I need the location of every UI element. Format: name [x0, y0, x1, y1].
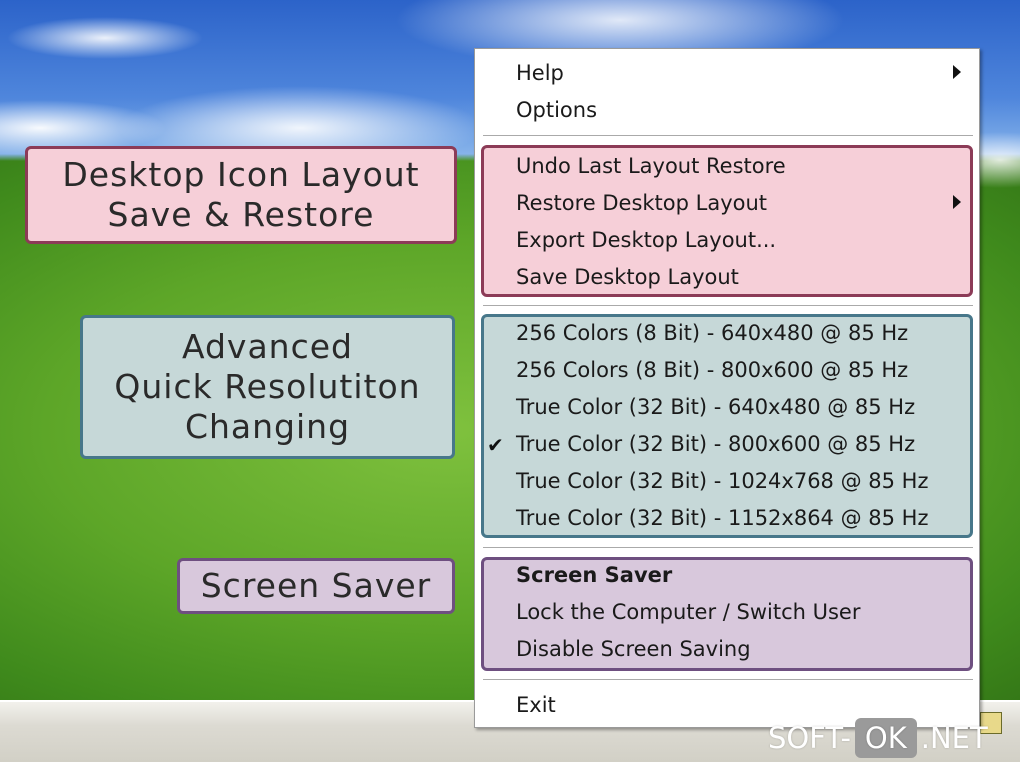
submenu-arrow-icon [953, 195, 961, 209]
menu-separator [483, 135, 973, 137]
menu-item-lock-computer[interactable]: Lock the Computer / Switch User [516, 600, 861, 624]
menu-item-undo-layout-restore[interactable]: Undo Last Layout Restore [516, 154, 786, 178]
menu-item-resolution[interactable]: True Color (32 Bit) - 640x480 @ 85 Hz [516, 395, 915, 419]
menu-item-resolution[interactable]: True Color (32 Bit) - 1152x864 @ 85 Hz [516, 506, 928, 530]
menu-item-save-desktop-layout[interactable]: Save Desktop Layout [516, 265, 739, 289]
menu-item-resolution[interactable]: 256 Colors (8 Bit) - 640x480 @ 85 Hz [516, 321, 908, 345]
watermark: SOFT- OK .NET [768, 718, 988, 758]
checkmark-icon: ✔ [487, 433, 504, 457]
menu-separator [483, 305, 973, 307]
menu-item-disable-screen-saving[interactable]: Disable Screen Saving [516, 637, 751, 661]
menu-item-screen-saver[interactable]: Screen Saver [516, 563, 672, 587]
callout-screen-saver: Screen Saver [177, 558, 455, 614]
tray-context-menu: Help Options Undo Last Layout Restore Re… [474, 48, 980, 728]
menu-separator [483, 547, 973, 549]
menu-item-restore-desktop-layout[interactable]: Restore Desktop Layout [516, 191, 767, 215]
watermark-middle: OK [854, 718, 917, 758]
menu-group-resolutions [481, 314, 973, 538]
menu-item-resolution-selected[interactable]: True Color (32 Bit) - 800x600 @ 85 Hz [516, 432, 915, 456]
callout-desktop-layout: Desktop Icon Layout Save & Restore [25, 146, 457, 244]
menu-separator [483, 679, 973, 681]
callout-line: Changing [184, 407, 351, 446]
callout-line: Quick Resolutiton [114, 367, 421, 406]
menu-item-exit[interactable]: Exit [516, 693, 556, 717]
menu-item-export-desktop-layout[interactable]: Export Desktop Layout... [516, 228, 776, 252]
callout-resolution-changing: Advanced Quick Resolutiton Changing [80, 315, 455, 459]
menu-item-help[interactable]: Help [516, 61, 564, 85]
menu-item-resolution[interactable]: 256 Colors (8 Bit) - 800x600 @ 85 Hz [516, 358, 908, 382]
callout-line: Save & Restore [107, 195, 375, 234]
callout-line: Advanced [181, 327, 353, 366]
submenu-arrow-icon [953, 65, 961, 79]
watermark-left: SOFT- [768, 721, 851, 755]
callout-line: Screen Saver [200, 566, 432, 605]
watermark-right: .NET [920, 721, 988, 755]
menu-item-options[interactable]: Options [516, 98, 597, 122]
menu-item-resolution[interactable]: True Color (32 Bit) - 1024x768 @ 85 Hz [516, 469, 928, 493]
callout-line: Desktop Icon Layout [62, 155, 420, 194]
